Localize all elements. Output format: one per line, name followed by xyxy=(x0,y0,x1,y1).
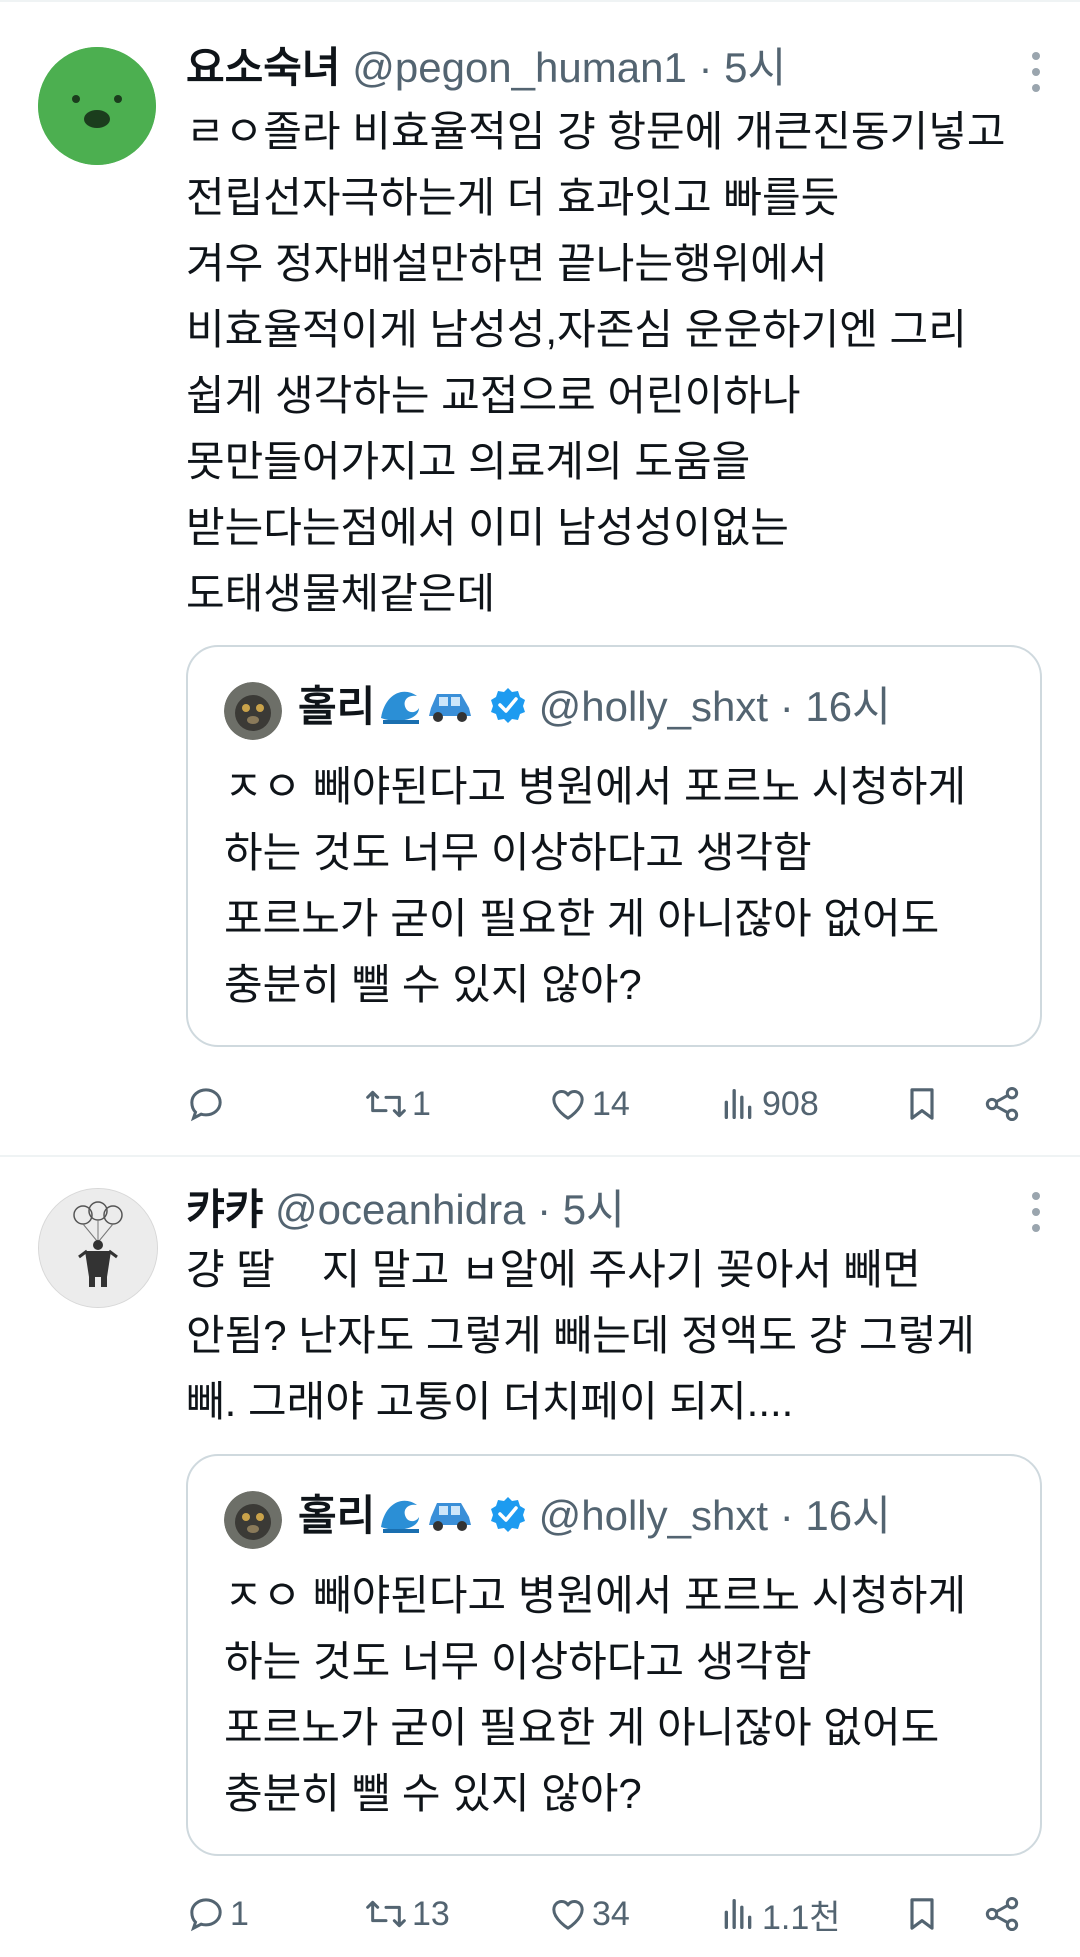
user-avatar[interactable] xyxy=(38,47,156,165)
quoted-display-name[interactable]: 홀리 xyxy=(298,683,375,730)
like-button[interactable]: 34 xyxy=(548,1884,630,1944)
pet-photo-avatar-icon xyxy=(224,1491,282,1549)
quoted-tweet-timestamp[interactable]: 16시 xyxy=(805,1492,890,1539)
retweet-arrows-icon xyxy=(366,1900,406,1928)
bar-chart-icon xyxy=(724,1089,752,1119)
reply-button[interactable] xyxy=(186,1074,230,1134)
tweet-text-line: 겨우 정자배설만하면 끝나는행위에서 xyxy=(186,240,828,287)
quoted-user-handle[interactable]: @holly_shxt xyxy=(539,683,768,730)
quoted-text-line: ㅈㅇ 빼야된다고 병원에서 포르노 시청하게 xyxy=(224,1572,967,1619)
quoted-user-avatar[interactable] xyxy=(224,1491,282,1549)
tweet-text-line: 비효율적이게 남성성,자존심 운운하기엔 그리 xyxy=(186,306,967,353)
view-count: 1.1천 xyxy=(762,1898,841,1937)
tweet-text: 걍 딸 지 말고 ㅂ알에 주사기 꽂아서 빼면 안됨? 난자도 그렇게 빼는데 … xyxy=(186,1237,1046,1435)
green-creature-avatar-icon xyxy=(38,47,156,165)
like-count: 34 xyxy=(592,1894,630,1933)
wave-emoji-icon xyxy=(377,680,423,740)
bookmark-button[interactable] xyxy=(902,1074,942,1134)
retweet-button[interactable]: 1 xyxy=(364,1074,431,1134)
more-vertical-icon xyxy=(1032,1192,1040,1232)
quoted-text-line: 포르노가 굳이 필요한 게 아니잖아 없어도 xyxy=(224,1704,940,1751)
quoted-tweet-header: 홀리 @holly_shxt · 16시 xyxy=(298,679,891,740)
reply-count: 1 xyxy=(230,1894,249,1933)
quoted-user-avatar[interactable] xyxy=(224,682,282,740)
tweet-action-bar: 1 14 908 xyxy=(186,1074,1046,1134)
quoted-display-name[interactable]: 홀리 xyxy=(298,1492,375,1539)
quoted-tweet-text: ㅈㅇ 빼야된다고 병원에서 포르노 시청하게 하는 것도 너무 이상하다고 생각… xyxy=(224,1563,1014,1827)
heart-icon xyxy=(552,1900,584,1930)
more-vertical-icon xyxy=(1032,52,1040,92)
tweet-text-line: 못만들어가지고 의료계의 도움을 xyxy=(186,438,751,485)
tweet-item[interactable]: 캬캬 @oceanhidra · 5시 걍 딸 지 말고 ㅂ알에 주사기 꽂아서… xyxy=(0,1155,1080,1957)
retweet-button[interactable]: 13 xyxy=(364,1884,450,1944)
tweet-text-line: 빼. 그래야 고통이 더치페이 되지.... xyxy=(186,1378,794,1425)
tweet-text-line: 받는다는점에서 이미 남성성이없는 xyxy=(186,504,789,551)
quoted-tweet-header: 홀리 @holly_shxt · 16시 xyxy=(298,1488,891,1549)
reply-button[interactable]: 1 xyxy=(186,1884,249,1944)
tweet-timestamp[interactable]: 5시 xyxy=(563,1186,625,1233)
tweet-timestamp[interactable]: 5시 xyxy=(724,44,786,91)
display-name[interactable]: 요소숙녀 xyxy=(186,44,341,91)
reply-bubble-icon xyxy=(190,1088,222,1122)
tweet-text-line: 걍 딸 지 말고 ㅂ알에 주사기 꽂아서 빼면 xyxy=(186,1246,921,1293)
user-handle[interactable]: @oceanhidra xyxy=(275,1186,525,1233)
like-button[interactable]: 14 xyxy=(548,1074,630,1134)
quoted-text-line: ㅈㅇ 빼야된다고 병원에서 포르노 시청하게 xyxy=(224,763,967,810)
tweet-text-line: ㄹㅇ졸라 비효율적임 걍 항문에 개큰진동기넣고 xyxy=(186,108,1006,155)
more-options-button[interactable] xyxy=(1026,48,1046,96)
quoted-text-line: 포르노가 굳이 필요한 게 아니잖아 없어도 xyxy=(224,895,940,942)
balloon-man-avatar-icon xyxy=(39,1189,157,1307)
separator-dot: · xyxy=(537,1186,552,1233)
bookmark-button[interactable] xyxy=(902,1884,942,1944)
tweet-item[interactable]: 요소숙녀 @pegon_human1 · 5시 ㄹㅇ졸라 비효율적임 걍 항문에… xyxy=(0,0,1080,1157)
quoted-text-line: 하는 것도 너무 이상하다고 생각함 xyxy=(224,829,812,876)
verified-badge-icon xyxy=(489,682,527,738)
quoted-tweet[interactable]: 홀리 @holly_shxt · 16시 ㅈㅇ 빼야된다고 병원에서 포르노 시… xyxy=(186,1454,1042,1856)
separator-dot: · xyxy=(698,44,713,91)
share-button[interactable] xyxy=(982,1884,1022,1944)
user-avatar[interactable] xyxy=(38,1188,158,1308)
reply-bubble-icon xyxy=(190,1898,222,1932)
tweet-text-line: 전립선자극하는게 더 효과잇고 빠를듯 xyxy=(186,174,840,221)
verified-badge-icon xyxy=(489,1491,527,1547)
display-name[interactable]: 캬캬 xyxy=(186,1186,263,1233)
more-options-button[interactable] xyxy=(1026,1188,1046,1236)
views-button[interactable]: 1.1천 xyxy=(718,1884,841,1944)
retweet-count: 13 xyxy=(412,1894,450,1933)
share-button[interactable] xyxy=(982,1074,1022,1134)
pet-photo-avatar-icon xyxy=(224,682,282,740)
retweet-count: 1 xyxy=(412,1084,431,1123)
tweet-action-bar: 1 13 34 1.1천 xyxy=(186,1884,1046,1944)
user-handle[interactable]: @pegon_human1 xyxy=(352,44,687,91)
tweet-text-line: 쉽게 생각하는 교접으로 어린이하나 xyxy=(186,372,801,419)
retweet-arrows-icon xyxy=(366,1090,406,1118)
views-button[interactable]: 908 xyxy=(718,1074,819,1134)
quoted-tweet[interactable]: 홀리 @holly_shxt · 16시 ㅈㅇ 빼야된다고 병원에서 포르노 시… xyxy=(186,645,1042,1047)
tweet-text-line: 안됨? 난자도 그렇게 빼는데 정액도 걍 그렇게 xyxy=(186,1312,975,1359)
tweet-header: 요소숙녀 @pegon_human1 · 5시 xyxy=(186,42,786,94)
quoted-text-line: 충분히 뺄 수 있지 않아? xyxy=(224,961,642,1008)
bar-chart-icon xyxy=(724,1899,752,1929)
share-icon xyxy=(985,1087,1019,1121)
quoted-text-line: 하는 것도 너무 이상하다고 생각함 xyxy=(224,1638,812,1685)
car-emoji-icon xyxy=(425,1491,475,1547)
tweet-header: 캬캬 @oceanhidra · 5시 xyxy=(186,1184,625,1236)
like-count: 14 xyxy=(592,1084,630,1123)
bookmark-icon xyxy=(910,1898,934,1930)
quoted-tweet-text: ㅈㅇ 빼야된다고 병원에서 포르노 시청하게 하는 것도 너무 이상하다고 생각… xyxy=(224,754,1014,1018)
separator-dot: · xyxy=(779,1492,794,1539)
tweet-text: ㄹㅇ졸라 비효율적임 걍 항문에 개큰진동기넣고 전립선자극하는게 더 효과잇고… xyxy=(186,99,1046,627)
car-emoji-icon xyxy=(425,682,475,738)
separator-dot: · xyxy=(779,683,794,730)
quoted-tweet-timestamp[interactable]: 16시 xyxy=(805,683,890,730)
tweet-text-line: 도태생물체같은데 xyxy=(186,570,496,617)
heart-icon xyxy=(552,1090,584,1120)
wave-emoji-icon xyxy=(377,1489,423,1549)
share-icon xyxy=(985,1897,1019,1931)
quoted-user-handle[interactable]: @holly_shxt xyxy=(539,1492,768,1539)
bookmark-icon xyxy=(910,1088,934,1120)
view-count: 908 xyxy=(762,1084,819,1123)
quoted-text-line: 충분히 뺄 수 있지 않아? xyxy=(224,1770,642,1817)
